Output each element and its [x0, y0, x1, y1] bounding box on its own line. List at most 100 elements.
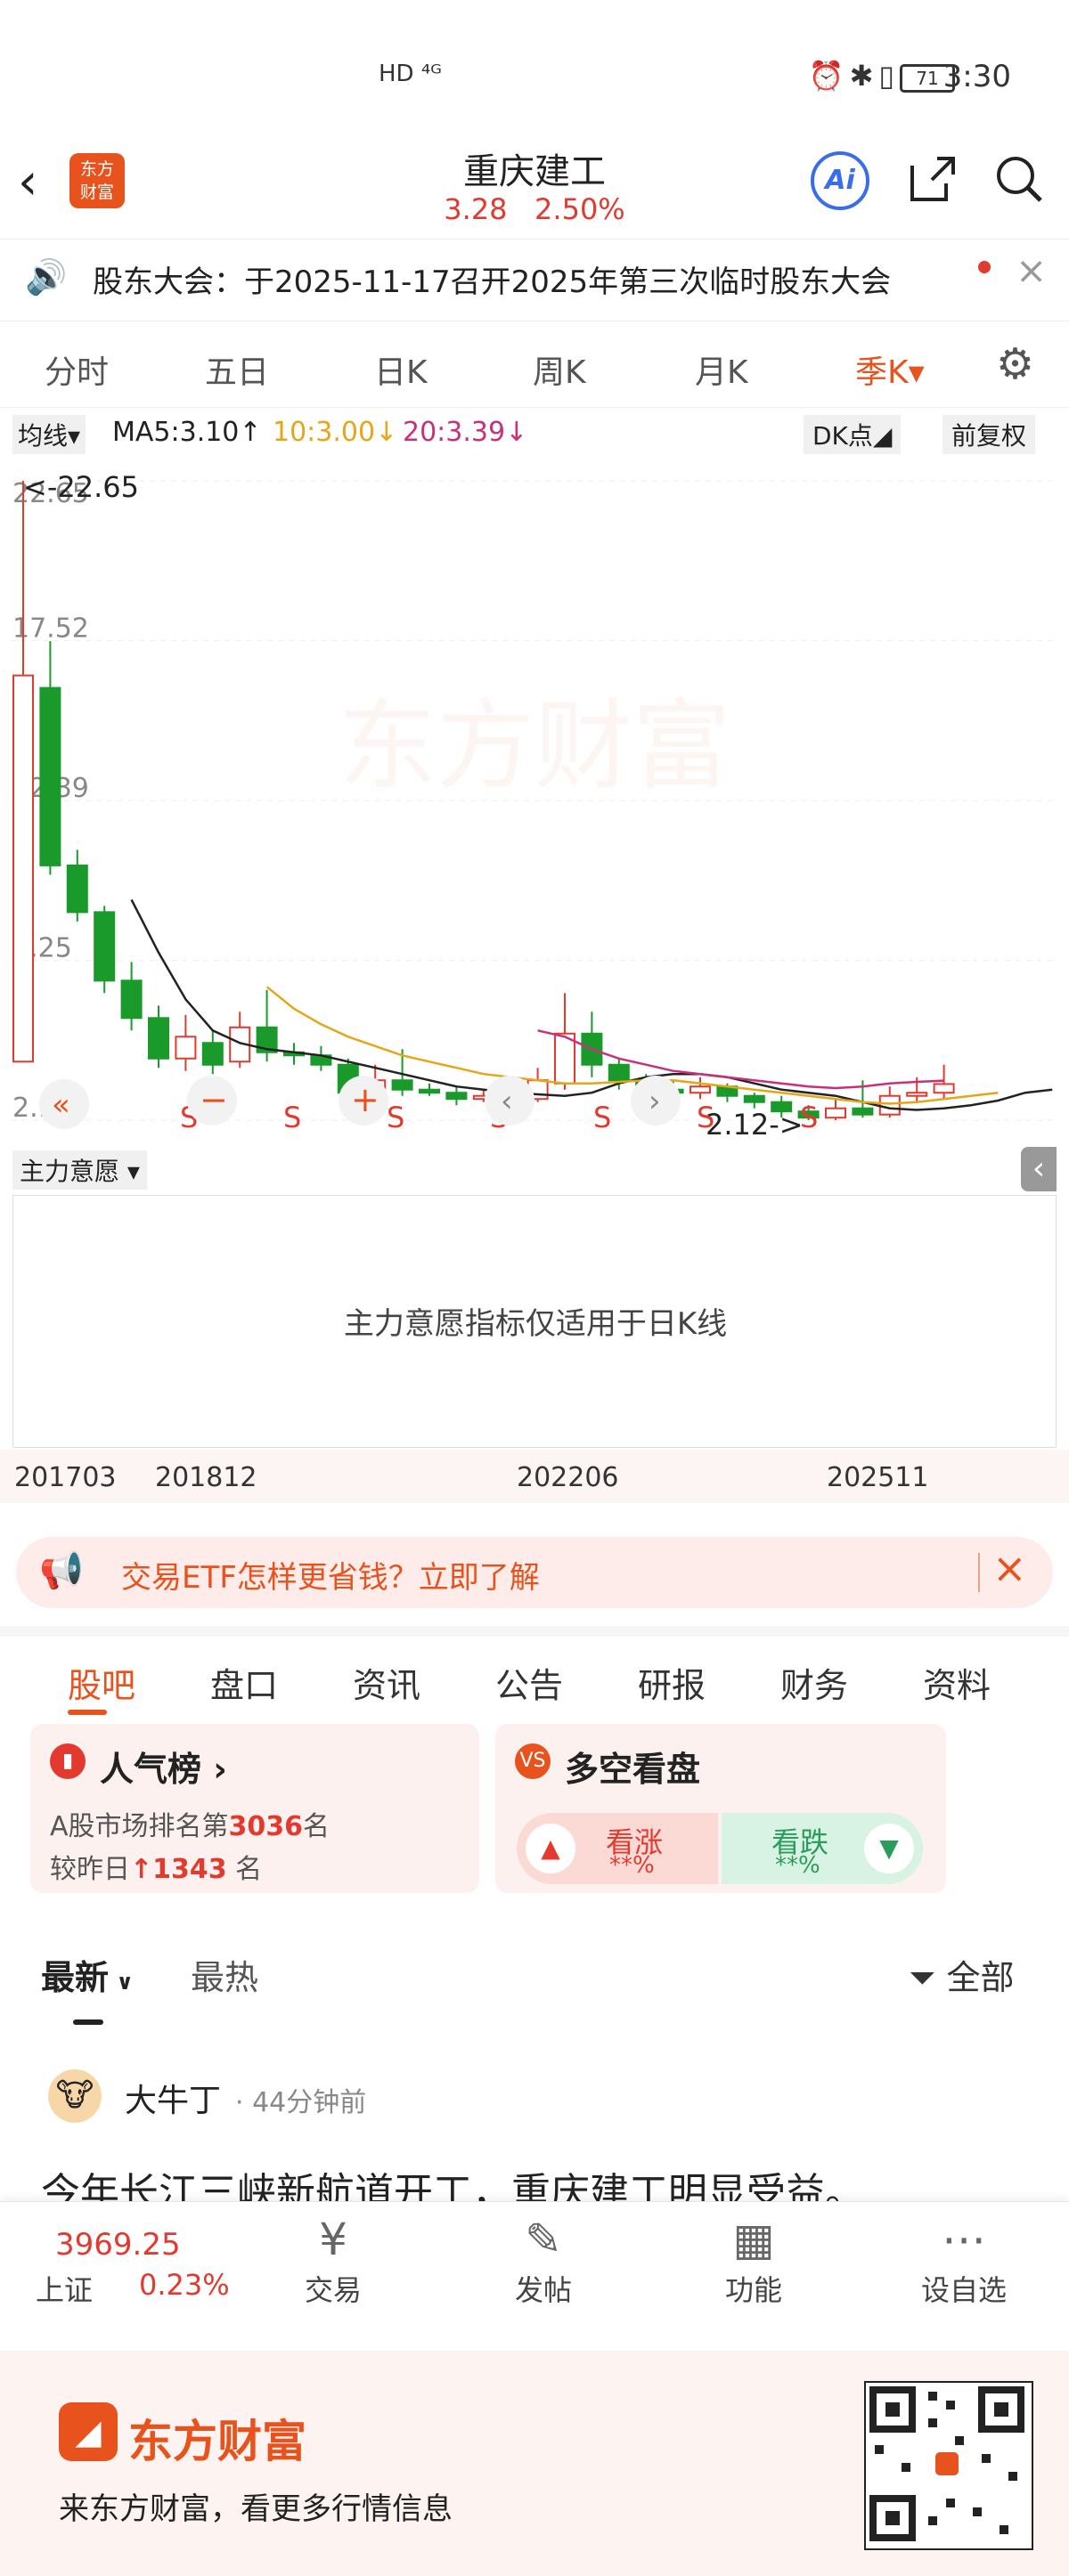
date-label: 201703: [14, 1462, 117, 1493]
tab-pankou[interactable]: 盘口: [210, 1658, 278, 1707]
announcement-text[interactable]: 股东大会：于2025-11-17召开2025年第三次临时股东大会: [93, 257, 891, 301]
nav-add-watchlist[interactable]: ⋯ 设自选: [893, 2211, 1035, 2309]
up-arrow-icon: ▲: [526, 1824, 575, 1873]
collapse-panel-icon[interactable]: ‹: [1021, 1147, 1057, 1191]
candle-body: [852, 1107, 874, 1116]
edit-icon: ✎: [525, 2214, 562, 2265]
vote-down-button[interactable]: 看跌 **% ▼: [722, 1813, 923, 1884]
vote-down-pct: **%: [775, 1852, 820, 1879]
ad-text[interactable]: 交易ETF怎样更省钱？立即了解: [121, 1553, 540, 1597]
tab-profile[interactable]: 资料: [923, 1658, 991, 1707]
close-icon[interactable]: ×: [992, 1544, 1027, 1592]
tab-hottest[interactable]: 最热: [191, 1950, 258, 1999]
unread-dot: [978, 261, 991, 273]
ma20-value: 20:3.39↓: [403, 417, 528, 448]
dk-point-toggle[interactable]: DK点◢: [804, 415, 902, 454]
rank-change-prefix: 较昨日: [50, 1854, 130, 1885]
date-label: 202511: [827, 1462, 929, 1493]
active-tab-indicator: [68, 1710, 107, 1715]
share-icon[interactable]: [907, 153, 959, 216]
kline-svg: 22.6517.5212.397.252.12东方财富<-22.652.12->…: [11, 470, 1058, 1142]
date-axis: 201703 201812 202206 202511: [0, 1450, 1069, 1503]
announcement-bar[interactable]: 🔊 股东大会：于2025-11-17召开2025年第三次临时股东大会 ×: [0, 239, 1069, 314]
post-author[interactable]: 大牛丁: [125, 2075, 221, 2121]
qr-code[interactable]: [864, 2381, 1033, 2550]
vote-up-pct: **%: [609, 1852, 655, 1879]
tab-announcements[interactable]: 公告: [495, 1658, 563, 1707]
tab-news[interactable]: 资讯: [353, 1658, 420, 1707]
gear-icon[interactable]: ⚙: [996, 339, 1034, 389]
tab-guba[interactable]: 股吧: [68, 1658, 135, 1707]
ma5-value: MA5:3.10↑: [112, 417, 262, 448]
candle-body: [12, 674, 34, 1063]
popularity-card[interactable]: ▮ 人气榜 › A股市场排名第3036名 较昨日↑1343 名: [30, 1724, 479, 1893]
megaphone-icon: 📢: [39, 1550, 84, 1591]
tab-quarterly-k[interactable]: 季K▾: [855, 346, 925, 393]
tab-finance[interactable]: 财务: [780, 1658, 848, 1707]
close-icon[interactable]: ×: [1016, 248, 1047, 292]
speaker-icon: 🔊: [25, 257, 68, 297]
bottom-nav: 3969.25 上证 0.23% ¥ 交易 ✎ 发帖 ▦ 功能 ⋯ 设自选: [0, 2201, 1069, 2352]
ai-assistant-button[interactable]: Ai: [811, 151, 869, 210]
more-icon: ⋯: [942, 2214, 986, 2265]
plus-icon: +: [351, 1080, 379, 1119]
candle-body: [878, 1094, 901, 1116]
active-tab-indicator: [73, 2019, 103, 2025]
candle-body: [201, 1042, 224, 1066]
tab-daily-k[interactable]: 日K: [374, 346, 428, 393]
indicator-select[interactable]: 主力意愿 ▾: [12, 1150, 147, 1190]
tab-latest[interactable]: 最新 ∨: [41, 1950, 134, 1999]
avatar[interactable]: 🐮: [48, 2069, 102, 2123]
rank-prefix: A股市场排名第: [50, 1811, 229, 1842]
candle-body: [608, 1063, 630, 1082]
nav-functions[interactable]: ▦ 功能: [682, 2211, 825, 2309]
adjust-mode-select[interactable]: 前复权: [943, 415, 1036, 454]
nav-add-watchlist-label: 设自选: [920, 2273, 1007, 2307]
popularity-title: 人气榜 ›: [100, 1750, 227, 1789]
candle-body: [906, 1092, 928, 1097]
yen-icon: ¥: [319, 2214, 347, 2265]
down-arrow-icon: ▼: [864, 1824, 914, 1873]
chevron-down-icon: ∨: [109, 1970, 134, 1995]
status-bar: HD ⁴ᴳ ⏰✱▯ 71 3:30: [0, 0, 1069, 134]
filter-button[interactable]: ⏷ 全部: [909, 1950, 1015, 1999]
tab-intraday[interactable]: 分时: [45, 346, 109, 393]
vote-up-button[interactable]: ▲ 看涨 **%: [517, 1813, 718, 1884]
post-time: · 44分钟前: [235, 2087, 367, 2118]
ma-mode-select[interactable]: 均线▾: [12, 415, 86, 454]
max-price-label: <-22.65: [23, 470, 139, 504]
candle-body: [445, 1092, 468, 1101]
watermark: 东方财富: [339, 689, 730, 803]
tab-weekly-k[interactable]: 周K: [533, 346, 586, 393]
date-label: 202206: [517, 1462, 619, 1493]
nav-trade[interactable]: ¥ 交易: [262, 2211, 404, 2309]
etf-ad-banner[interactable]: 📢 交易ETF怎样更省钱？立即了解 ×: [16, 1537, 1053, 1608]
divider: [978, 1553, 980, 1592]
candle-body: [933, 1083, 955, 1094]
chevron-right-icon: ›: [649, 1084, 661, 1119]
tab-five-day[interactable]: 五日: [205, 346, 269, 393]
index-name[interactable]: 上证: [36, 2268, 93, 2309]
period-tabs: 分时 五日 日K 周K 月K 季K▾ ⚙: [0, 321, 1069, 408]
content-tabs: 股吧 盘口 资讯 公告 研报 财务 资料: [0, 1626, 1069, 1729]
promo-footer: ◢ 东方财富 来东方财富，看更多行情信息: [0, 2351, 1069, 2576]
rank-change-value: ↑1343: [130, 1854, 227, 1885]
sell-marker: S: [697, 1101, 714, 1134]
filter-icon: ⏷: [909, 1958, 936, 1997]
indicator-panel: 主力意愿指标仅适用于日K线: [12, 1195, 1057, 1448]
index-change[interactable]: 0.23%: [139, 2268, 230, 2302]
sell-marker: S: [800, 1101, 818, 1134]
index-value[interactable]: 3969.25: [55, 2227, 181, 2263]
sentiment-title: 多空看盘: [565, 1750, 701, 1789]
feed-tabs: 最新 ∨ 最热 ⏷ 全部: [0, 1941, 1069, 2025]
tab-research[interactable]: 研报: [638, 1658, 706, 1707]
kline-chart[interactable]: 22.6517.5212.397.252.12东方财富<-22.652.12->…: [11, 459, 1058, 1142]
post-title[interactable]: 今年长江三峡新航道开工，重庆建工明显受益。: [41, 2160, 864, 2201]
min-price-label: 2.12->: [706, 1108, 804, 1140]
search-icon[interactable]: [993, 153, 1045, 216]
candle-body: [690, 1085, 711, 1094]
tab-monthly-k[interactable]: 月K: [695, 346, 748, 393]
candle-body: [825, 1107, 846, 1119]
nav-post[interactable]: ✎ 发帖: [472, 2211, 615, 2309]
filter-label: 全部: [946, 1958, 1015, 1997]
